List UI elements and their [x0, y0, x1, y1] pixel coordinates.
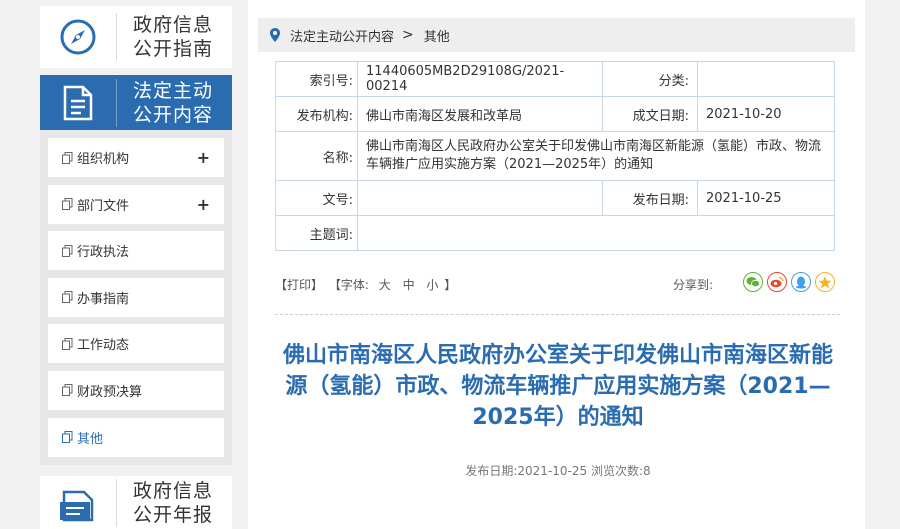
copy-doc-icon [62, 431, 73, 444]
sidebar-item-label: 其他 [77, 431, 104, 447]
publisher-value: 佛山市南海区发展和改革局 [357, 96, 603, 132]
breadcrumb-parent-link[interactable]: 法定主动公开内容 [290, 26, 394, 45]
nav-card-label: 政府信息 公开指南 [116, 13, 213, 61]
keywords-label: 主题词: [275, 215, 358, 251]
breadcrumb-separator: > [402, 27, 414, 43]
copy-doc-icon [62, 198, 73, 211]
name-value: 佛山市南海区人民政府办公室关于印发佛山市南海区新能源（氢能）市政、物流车辆推广应… [357, 131, 835, 181]
category-value [697, 61, 835, 97]
table-row: 文号: 发布日期: 2021-10-25 [275, 180, 835, 216]
name-label: 名称: [275, 131, 358, 181]
table-row: 发布机构: 佛山市南海区发展和改革局 成文日期: 2021-10-20 [275, 96, 835, 132]
nav-card-label: 法定主动 公开内容 [116, 78, 213, 127]
sidebar: 政府信息 公开指南 法定主动 公开内容 组织机构 + 部门文件 + 行政执法 办… [40, 0, 232, 529]
table-row: 名称: 佛山市南海区人民政府办公室关于印发佛山市南海区新能源（氢能）市政、物流车… [275, 131, 835, 181]
compass-icon [40, 6, 116, 68]
qq-icon[interactable] [791, 272, 811, 292]
nav-card-label: 政府信息 公开年报 [116, 478, 213, 527]
qzone-star-icon[interactable] [815, 272, 835, 292]
sidebar-menu: 组织机构 + 部门文件 + 行政执法 办事指南 工作动态 财政预决算 其他 [40, 130, 232, 465]
breadcrumb-current[interactable]: 其他 [424, 26, 450, 45]
index-value: 11440605MB2D29108G/2021-00214 [357, 61, 603, 97]
font-size-prefix: 【字体: [328, 278, 369, 292]
main-content: 法定主动公开内容 > 其他 索引号: 11440605MB2D29108G/20… [248, 0, 865, 529]
article-toolbar: 【打印】 【字体: 大 中 小 】 分享到: [275, 272, 835, 294]
nav-card-statutory-content[interactable]: 法定主动 公开内容 [40, 75, 232, 130]
expand-plus-icon[interactable]: + [197, 195, 210, 214]
document-info-table: 索引号: 11440605MB2D29108G/2021-00214 分类: 发… [275, 61, 835, 251]
document-list-icon [40, 75, 116, 130]
copy-doc-icon [62, 384, 73, 397]
sidebar-item-label: 行政执法 [77, 245, 130, 261]
nav-card-annual-report[interactable]: 政府信息 公开年报 [40, 476, 232, 529]
sidebar-item-label: 部门文件 [77, 198, 130, 214]
doc-number-label: 文号: [275, 180, 358, 216]
expand-plus-icon[interactable]: + [197, 148, 210, 167]
sidebar-item-work-news[interactable]: 工作动态 [48, 324, 224, 364]
wechat-icon[interactable] [743, 272, 763, 292]
article-title: 佛山市南海区人民政府办公室关于印发佛山市南海区新能源（氢能）市政、物流车辆推广应… [282, 343, 833, 430]
share-label: 分享到: [672, 278, 713, 292]
print-link[interactable]: 【打印】 [275, 278, 323, 292]
copy-doc-icon [62, 337, 73, 350]
index-label: 索引号: [275, 61, 358, 97]
sidebar-item-other[interactable]: 其他 [48, 417, 224, 457]
font-medium-link[interactable]: 中 [403, 278, 415, 292]
created-date-value: 2021-10-20 [697, 96, 835, 132]
sidebar-item-label: 工作动态 [77, 338, 130, 354]
nav-card-disclosure-guide[interactable]: 政府信息 公开指南 [40, 6, 232, 68]
sidebar-item-label: 财政预决算 [77, 384, 143, 400]
sidebar-item-label: 办事指南 [77, 291, 130, 307]
copy-doc-icon [62, 244, 73, 257]
keywords-value [357, 215, 835, 251]
sidebar-item-service-guide[interactable]: 办事指南 [48, 277, 224, 317]
publish-date-value: 2021-10-25 [697, 180, 835, 216]
breadcrumb: 法定主动公开内容 > 其他 [258, 18, 855, 52]
sidebar-item-department-files[interactable]: 部门文件 + [48, 184, 224, 224]
divider [275, 314, 840, 315]
sidebar-item-label: 组织机构 [77, 152, 130, 167]
report-folder-icon [40, 472, 116, 529]
sidebar-item-budget[interactable]: 财政预决算 [48, 370, 224, 410]
sidebar-item-organization[interactable]: 组织机构 + [48, 138, 224, 177]
copy-doc-icon [62, 151, 73, 164]
publish-date-label: 发布日期: [602, 180, 698, 216]
weibo-icon[interactable] [767, 272, 787, 292]
font-small-link[interactable]: 小 [426, 278, 438, 292]
toolbar-left: 【打印】 【字体: 大 中 小 】 [275, 276, 458, 293]
category-label: 分类: [602, 61, 698, 97]
location-pin-icon [270, 28, 280, 42]
table-row: 索引号: 11440605MB2D29108G/2021-00214 分类: [275, 61, 835, 97]
font-size-suffix: 】 [444, 278, 457, 292]
publisher-label: 发布机构: [275, 96, 358, 132]
font-large-link[interactable]: 大 [379, 278, 391, 292]
copy-doc-icon [62, 291, 73, 304]
created-date-label: 成文日期: [602, 96, 698, 132]
share-icons [743, 272, 835, 292]
article-meta: 发布日期:2021-10-25 浏览次数:8 [465, 464, 651, 478]
sidebar-item-law-enforcement[interactable]: 行政执法 [48, 231, 224, 271]
table-row: 主题词: [275, 215, 835, 251]
doc-number-value [357, 180, 603, 216]
